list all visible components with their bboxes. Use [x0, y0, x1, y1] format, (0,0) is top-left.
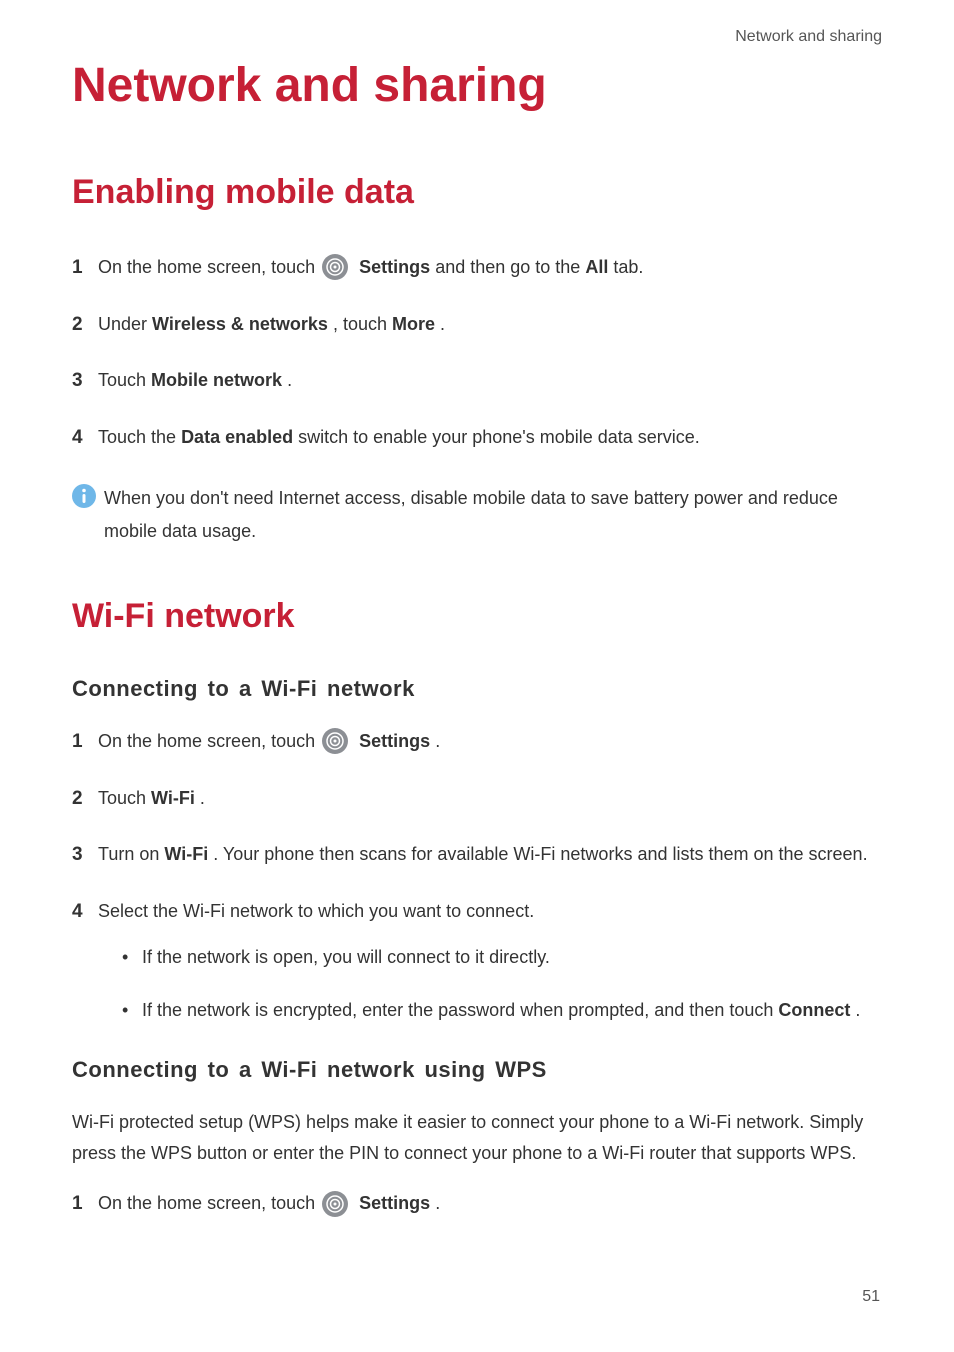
step-bold: Settings — [359, 731, 430, 751]
bullet-item: If the network is open, you will connect… — [122, 941, 882, 974]
step-text: . — [435, 1193, 440, 1213]
step-number: 2 — [72, 783, 83, 815]
step-text: On the home screen, touch — [98, 1193, 320, 1213]
step-text: On the home screen, touch — [98, 731, 320, 751]
bullet-text: If the network is open, you will connect… — [142, 947, 550, 967]
step-item: 4 Select the Wi-Fi network to which you … — [72, 896, 882, 1027]
step-bold: Wireless & networks — [152, 314, 328, 334]
step-bold: All — [585, 257, 608, 277]
step-text: switch to enable your phone's mobile dat… — [298, 427, 700, 447]
step-item: 2 Touch Wi-Fi . — [72, 783, 882, 814]
step-text: . — [287, 370, 292, 390]
step-bold: Mobile network — [151, 370, 282, 390]
settings-icon — [322, 728, 348, 754]
step-text: and then go to the — [435, 257, 585, 277]
page: Network and sharing Network and sharing … — [0, 0, 954, 1352]
step-number: 4 — [72, 422, 83, 454]
step-text: tab. — [613, 257, 643, 277]
step-bold: Wi-Fi — [164, 844, 208, 864]
wps-intro-paragraph: Wi-Fi protected setup (WPS) helps make i… — [72, 1107, 882, 1168]
step-number: 1 — [72, 252, 83, 284]
step-text: Touch — [98, 788, 151, 808]
bullet-text: If the network is encrypted, enter the p… — [142, 1000, 778, 1020]
step-item: 1 On the home screen, touch Settings and… — [72, 252, 882, 283]
step-item: 4 Touch the Data enabled switch to enabl… — [72, 422, 882, 453]
info-note: When you don't need Internet access, dis… — [72, 482, 882, 547]
step-number: 3 — [72, 839, 83, 871]
steps-enabling-mobile-data: 1 On the home screen, touch Settings and… — [72, 252, 882, 452]
page-number: 51 — [862, 1288, 880, 1306]
step-bold: Wi-Fi — [151, 788, 195, 808]
step-text: Under — [98, 314, 152, 334]
step-text: Select the Wi-Fi network to which you wa… — [98, 901, 534, 921]
section-wifi-network-title: Wi-Fi network — [72, 597, 882, 636]
steps-connecting-wifi: 1 On the home screen, touch Settings . 2… — [72, 726, 882, 1027]
step-number: 1 — [72, 726, 83, 758]
info-icon — [72, 484, 96, 508]
step-text: On the home screen, touch — [98, 257, 320, 277]
step-bold: Settings — [359, 257, 430, 277]
subsection-connecting-wifi-title: Connecting to a Wi-Fi network — [72, 676, 882, 702]
bullet-item: If the network is encrypted, enter the p… — [122, 994, 882, 1027]
step-item: 1 On the home screen, touch Settings . — [72, 1188, 882, 1219]
settings-icon — [322, 254, 348, 280]
step-bold: Settings — [359, 1193, 430, 1213]
step-text: . — [440, 314, 445, 334]
step-bold: Data enabled — [181, 427, 293, 447]
header-breadcrumb: Network and sharing — [735, 28, 882, 46]
step-text: . — [200, 788, 205, 808]
step-item: 2 Under Wireless & networks , touch More… — [72, 309, 882, 340]
step-item: 3 Touch Mobile network . — [72, 365, 882, 396]
step-number: 4 — [72, 896, 83, 928]
step-item: 1 On the home screen, touch Settings . — [72, 726, 882, 757]
step-bold: More — [392, 314, 435, 334]
step-text: . — [435, 731, 440, 751]
steps-connecting-wps: 1 On the home screen, touch Settings . — [72, 1188, 882, 1219]
bullet-bold: Connect — [778, 1000, 850, 1020]
bullet-text: . — [855, 1000, 860, 1020]
step-number: 1 — [72, 1188, 83, 1220]
step-item: 3 Turn on Wi-Fi . Your phone then scans … — [72, 839, 882, 870]
step-text: Touch the — [98, 427, 181, 447]
step-text: . Your phone then scans for available Wi… — [213, 844, 867, 864]
step-text: Turn on — [98, 844, 164, 864]
step-sublist: If the network is open, you will connect… — [122, 941, 882, 1028]
step-text: Touch — [98, 370, 151, 390]
step-text: , touch — [333, 314, 392, 334]
section-enabling-mobile-data-title: Enabling mobile data — [72, 173, 882, 212]
step-number: 3 — [72, 365, 83, 397]
subsection-connecting-wps-title: Connecting to a Wi-Fi network using WPS — [72, 1057, 882, 1083]
page-title: Network and sharing — [72, 58, 882, 113]
settings-icon — [322, 1191, 348, 1217]
step-number: 2 — [72, 309, 83, 341]
info-text: When you don't need Internet access, dis… — [104, 488, 838, 540]
